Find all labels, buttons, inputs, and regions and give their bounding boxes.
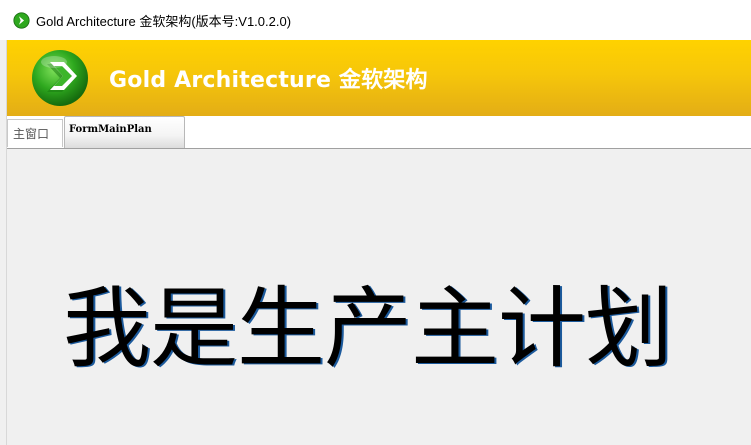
main-content: 我是生产主计划 — [7, 149, 751, 445]
app-window: Gold Architecture 金软架构(版本号:V1.0.2.0) Gol… — [0, 0, 751, 445]
app-icon — [13, 11, 30, 29]
title-bar[interactable]: Gold Architecture 金软架构(版本号:V1.0.2.0) — [0, 0, 751, 40]
logo-icon — [32, 50, 88, 106]
tab-form-main-plan[interactable]: FormMainPlan — [64, 116, 185, 148]
tab-label: 主窗口 — [13, 127, 50, 141]
header-banner: Gold Architecture 金软架构 — [7, 40, 751, 116]
banner-title: Gold Architecture 金软架构 — [109, 68, 428, 93]
tab-strip: 主窗口 FormMainPlan — [7, 116, 751, 149]
tab-main-window[interactable]: 主窗口 — [7, 119, 63, 147]
tab-label: FormMainPlan — [69, 124, 152, 135]
main-message: 我是生产主计划 — [63, 277, 673, 380]
window-title: Gold Architecture 金软架构(版本号:V1.0.2.0) — [36, 13, 292, 29]
